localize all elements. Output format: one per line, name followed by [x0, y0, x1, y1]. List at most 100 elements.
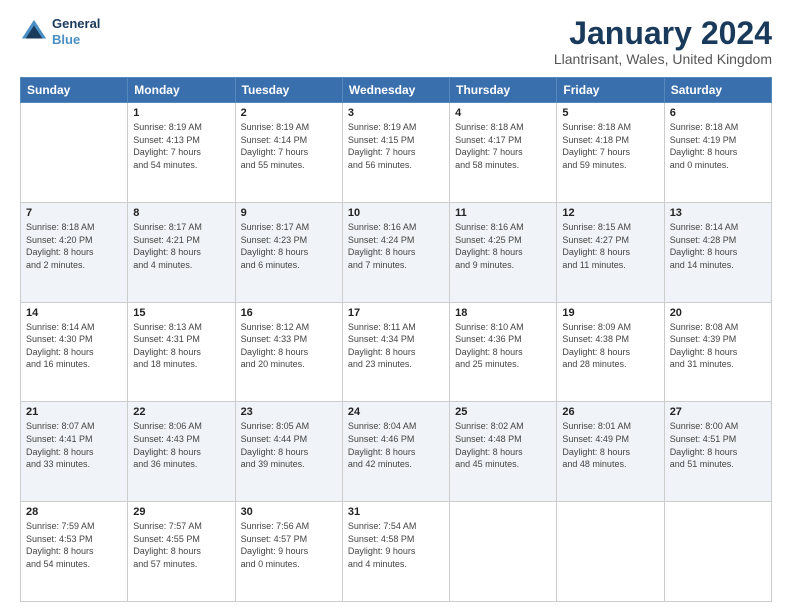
day-detail: Sunrise: 8:07 AM Sunset: 4:41 PM Dayligh… — [26, 420, 122, 470]
day-detail: Sunrise: 8:14 AM Sunset: 4:30 PM Dayligh… — [26, 321, 122, 371]
day-number: 26 — [562, 406, 658, 418]
day-detail: Sunrise: 8:15 AM Sunset: 4:27 PM Dayligh… — [562, 221, 658, 271]
day-number: 29 — [133, 506, 229, 518]
calendar-header-monday: Monday — [128, 78, 235, 103]
day-detail: Sunrise: 8:13 AM Sunset: 4:31 PM Dayligh… — [133, 321, 229, 371]
day-detail: Sunrise: 8:16 AM Sunset: 4:24 PM Dayligh… — [348, 221, 444, 271]
calendar-cell: 9 Sunrise: 8:17 AM Sunset: 4:23 PM Daylig… — [235, 202, 342, 302]
day-number: 22 — [133, 406, 229, 418]
day-detail: Sunrise: 8:11 AM Sunset: 4:34 PM Dayligh… — [348, 321, 444, 371]
calendar-cell: 11 Sunrise: 8:16 AM Sunset: 4:25 PM Dayli… — [450, 202, 557, 302]
calendar-cell: 8 Sunrise: 8:17 AM Sunset: 4:21 PM Daylig… — [128, 202, 235, 302]
day-detail: Sunrise: 8:08 AM Sunset: 4:39 PM Dayligh… — [670, 321, 766, 371]
logo-icon — [20, 18, 48, 46]
calendar-header-tuesday: Tuesday — [235, 78, 342, 103]
calendar-header-row: SundayMondayTuesdayWednesdayThursdayFrid… — [21, 78, 772, 103]
calendar-week-row: 14 Sunrise: 8:14 AM Sunset: 4:30 PM Dayli… — [21, 302, 772, 402]
day-number: 13 — [670, 207, 766, 219]
calendar-cell: 22Sunrise: 8:06 AM Sunset: 4:43 PM Dayli… — [128, 402, 235, 502]
day-detail: Sunrise: 8:04 AM Sunset: 4:46 PM Dayligh… — [348, 420, 444, 470]
logo: General Blue — [20, 16, 100, 47]
subtitle: Llantrisant, Wales, United Kingdom — [554, 51, 772, 67]
calendar-cell — [21, 103, 128, 203]
page: General Blue January 2024 Llantrisant, W… — [0, 0, 792, 612]
calendar-cell: 20 Sunrise: 8:08 AM Sunset: 4:39 PM Dayli… — [664, 302, 771, 402]
day-detail: Sunrise: 8:19 AM Sunset: 4:13 PM Dayligh… — [133, 121, 229, 171]
main-title: January 2024 — [554, 16, 772, 51]
day-number: 10 — [348, 207, 444, 219]
day-number: 11 — [455, 207, 551, 219]
day-number: 16 — [241, 307, 337, 319]
calendar-cell: 13 Sunrise: 8:14 AM Sunset: 4:28 PM Dayli… — [664, 202, 771, 302]
day-number: 15 — [133, 307, 229, 319]
day-detail: Sunrise: 8:18 AM Sunset: 4:19 PM Dayligh… — [670, 121, 766, 171]
day-number: 8 — [133, 207, 229, 219]
day-detail: Sunrise: 8:01 AM Sunset: 4:49 PM Dayligh… — [562, 420, 658, 470]
calendar-header-saturday: Saturday — [664, 78, 771, 103]
day-number: 1 — [133, 107, 229, 119]
calendar-cell: 12 Sunrise: 8:15 AM Sunset: 4:27 PM Dayli… — [557, 202, 664, 302]
day-detail: Sunrise: 8:17 AM Sunset: 4:21 PM Dayligh… — [133, 221, 229, 271]
calendar-cell: 28Sunrise: 7:59 AM Sunset: 4:53 PM Dayli… — [21, 502, 128, 602]
header: General Blue January 2024 Llantrisant, W… — [20, 16, 772, 67]
calendar-cell: 1 Sunrise: 8:19 AM Sunset: 4:13 PM Daylig… — [128, 103, 235, 203]
calendar-week-row: 28Sunrise: 7:59 AM Sunset: 4:53 PM Dayli… — [21, 502, 772, 602]
day-number: 5 — [562, 107, 658, 119]
day-detail: Sunrise: 8:18 AM Sunset: 4:18 PM Dayligh… — [562, 121, 658, 171]
day-number: 2 — [241, 107, 337, 119]
day-number: 9 — [241, 207, 337, 219]
calendar-cell: 17 Sunrise: 8:11 AM Sunset: 4:34 PM Dayli… — [342, 302, 449, 402]
calendar-cell: 23 Sunrise: 8:05 AM Sunset: 4:44 PM Dayli… — [235, 402, 342, 502]
calendar-cell: 25Sunrise: 8:02 AM Sunset: 4:48 PM Dayli… — [450, 402, 557, 502]
day-number: 27 — [670, 406, 766, 418]
calendar-cell: 15 Sunrise: 8:13 AM Sunset: 4:31 PM Dayli… — [128, 302, 235, 402]
calendar-cell: 31 Sunrise: 7:54 AM Sunset: 4:58 PM Dayli… — [342, 502, 449, 602]
day-number: 31 — [348, 506, 444, 518]
calendar-cell: 7Sunrise: 8:18 AM Sunset: 4:20 PM Daylig… — [21, 202, 128, 302]
day-detail: Sunrise: 8:02 AM Sunset: 4:48 PM Dayligh… — [455, 420, 551, 470]
day-detail: Sunrise: 8:19 AM Sunset: 4:14 PM Dayligh… — [241, 121, 337, 171]
day-number: 14 — [26, 307, 122, 319]
day-number: 3 — [348, 107, 444, 119]
day-number: 24 — [348, 406, 444, 418]
day-number: 23 — [241, 406, 337, 418]
calendar-cell — [557, 502, 664, 602]
day-detail: Sunrise: 8:19 AM Sunset: 4:15 PM Dayligh… — [348, 121, 444, 171]
day-number: 4 — [455, 107, 551, 119]
calendar-cell: 3 Sunrise: 8:19 AM Sunset: 4:15 PM Daylig… — [342, 103, 449, 203]
day-detail: Sunrise: 7:57 AM Sunset: 4:55 PM Dayligh… — [133, 520, 229, 570]
calendar-cell — [450, 502, 557, 602]
day-detail: Sunrise: 7:54 AM Sunset: 4:58 PM Dayligh… — [348, 520, 444, 570]
day-number: 6 — [670, 107, 766, 119]
calendar-header-friday: Friday — [557, 78, 664, 103]
day-detail: Sunrise: 8:14 AM Sunset: 4:28 PM Dayligh… — [670, 221, 766, 271]
day-number: 12 — [562, 207, 658, 219]
day-detail: Sunrise: 8:05 AM Sunset: 4:44 PM Dayligh… — [241, 420, 337, 470]
calendar-cell: 29 Sunrise: 7:57 AM Sunset: 4:55 PM Dayli… — [128, 502, 235, 602]
logo-line1: General — [52, 16, 100, 32]
day-number: 21 — [26, 406, 122, 418]
calendar-header-sunday: Sunday — [21, 78, 128, 103]
calendar-cell: 26 Sunrise: 8:01 AM Sunset: 4:49 PM Dayli… — [557, 402, 664, 502]
day-number: 19 — [562, 307, 658, 319]
day-number: 20 — [670, 307, 766, 319]
calendar-cell: 14 Sunrise: 8:14 AM Sunset: 4:30 PM Dayli… — [21, 302, 128, 402]
calendar-cell: 5 Sunrise: 8:18 AM Sunset: 4:18 PM Daylig… — [557, 103, 664, 203]
calendar-cell: 27 Sunrise: 8:00 AM Sunset: 4:51 PM Dayli… — [664, 402, 771, 502]
calendar-cell: 10 Sunrise: 8:16 AM Sunset: 4:24 PM Dayli… — [342, 202, 449, 302]
calendar-header-wednesday: Wednesday — [342, 78, 449, 103]
calendar-cell: 18Sunrise: 8:10 AM Sunset: 4:36 PM Dayli… — [450, 302, 557, 402]
day-detail: Sunrise: 8:16 AM Sunset: 4:25 PM Dayligh… — [455, 221, 551, 271]
calendar-week-row: 21 Sunrise: 8:07 AM Sunset: 4:41 PM Dayli… — [21, 402, 772, 502]
calendar-header-thursday: Thursday — [450, 78, 557, 103]
day-number: 18 — [455, 307, 551, 319]
day-detail: Sunrise: 7:56 AM Sunset: 4:57 PM Dayligh… — [241, 520, 337, 570]
day-detail: Sunrise: 8:00 AM Sunset: 4:51 PM Dayligh… — [670, 420, 766, 470]
logo-line2: Blue — [52, 32, 100, 48]
day-number: 17 — [348, 307, 444, 319]
calendar-cell: 19Sunrise: 8:09 AM Sunset: 4:38 PM Dayli… — [557, 302, 664, 402]
day-detail: Sunrise: 8:17 AM Sunset: 4:23 PM Dayligh… — [241, 221, 337, 271]
day-detail: Sunrise: 8:12 AM Sunset: 4:33 PM Dayligh… — [241, 321, 337, 371]
calendar-cell: 4Sunrise: 8:18 AM Sunset: 4:17 PM Daylig… — [450, 103, 557, 203]
day-number: 28 — [26, 506, 122, 518]
